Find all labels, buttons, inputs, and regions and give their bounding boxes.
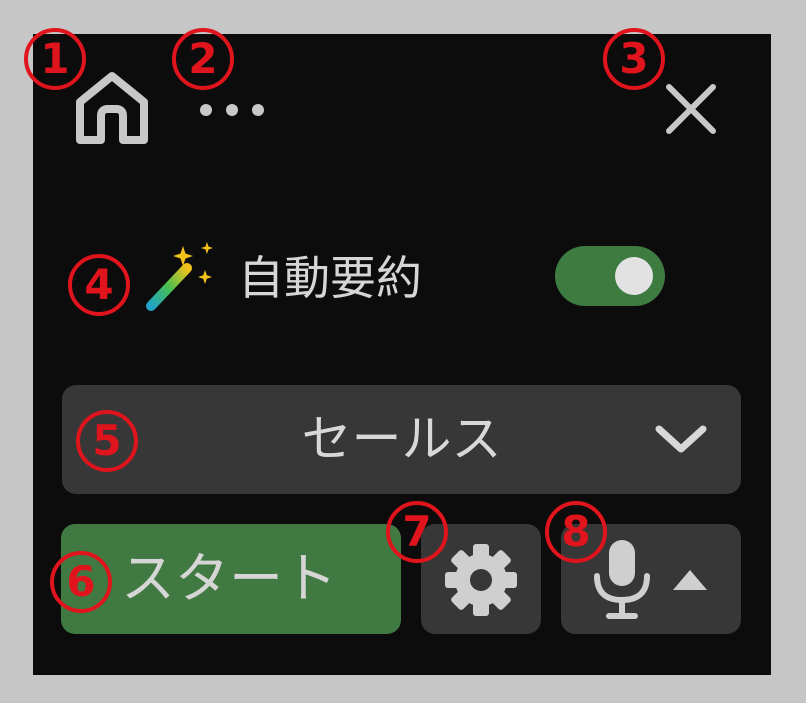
annotation-1: 1 [24,28,86,90]
start-button-label: スタート [121,547,337,610]
dropdown-selected-value: セールス [301,410,502,468]
close-icon [666,84,716,134]
auto-summary-toggle[interactable] [555,246,665,306]
magic-wand-icon [143,238,219,314]
more-options-button[interactable] [196,96,268,124]
chevron-down-icon [655,425,707,453]
annotation-6: 6 [50,551,112,613]
annotation-4: 4 [68,254,130,316]
gear-icon [445,544,517,616]
auto-summary-label: 自動要約 [238,251,422,305]
annotation-5: 5 [76,410,138,472]
annotation-2: 2 [172,28,234,90]
toggle-knob [615,257,653,295]
close-button[interactable] [664,82,718,136]
category-dropdown[interactable]: セールス [62,385,741,494]
annotation-7: 7 [386,501,448,563]
annotation-8: 8 [545,501,607,563]
annotation-3: 3 [603,28,665,90]
start-button[interactable]: スタート [61,524,401,634]
home-icon [76,72,148,144]
more-horizontal-icon [200,104,264,116]
caret-up-icon[interactable] [669,566,711,592]
home-button[interactable] [70,66,154,150]
